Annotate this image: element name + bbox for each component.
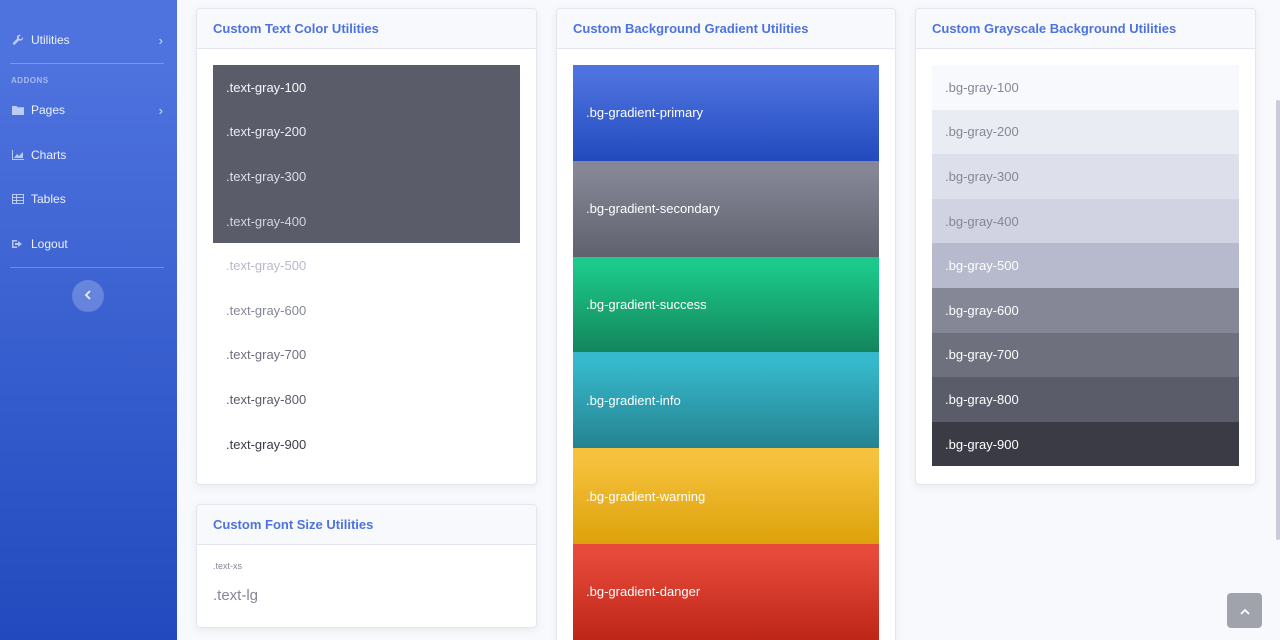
chart-area-icon (12, 149, 24, 161)
card-title: Custom Text Color Utilities (197, 9, 536, 49)
chevron-right-icon: › (158, 102, 163, 118)
card-title: Custom Background Gradient Utilities (557, 9, 895, 49)
bg-gray-200-sample: .bg-gray-200 (932, 109, 1239, 155)
sidebar-item-label: Tables (31, 192, 66, 206)
bg-gray-700-sample: .bg-gray-700 (932, 332, 1239, 378)
text-gray-700-sample: .text-gray-700 (226, 347, 307, 363)
bg-gray-300-sample: .bg-gray-300 (932, 154, 1239, 199)
sidebar: Utilities › ADDONS Pages › Charts Tables… (0, 0, 177, 640)
sidebar-item-label: Utilities (31, 33, 70, 47)
text-xs-sample: .text-xs (213, 561, 243, 571)
scroll-to-top-button[interactable] (1227, 593, 1262, 628)
text-gray-600-sample: .text-gray-600 (226, 302, 307, 318)
sidebar-heading-addons: ADDONS (11, 76, 49, 85)
sign-out-icon (12, 238, 24, 250)
text-color-card: Custom Text Color Utilities .text-gray-1… (196, 8, 537, 485)
chevron-right-icon: › (158, 32, 163, 48)
bg-gray-500-sample: .bg-gray-500 (932, 243, 1239, 288)
grayscale-card: Custom Grayscale Background Utilities .b… (915, 8, 1256, 485)
bg-gray-600-sample: .bg-gray-600 (932, 287, 1239, 333)
sidebar-divider (10, 63, 164, 64)
bg-gray-400-sample: .bg-gray-400 (932, 198, 1239, 244)
chevron-up-icon (1239, 602, 1250, 620)
sidebar-item-label: Logout (31, 237, 68, 251)
sidebar-divider (10, 267, 164, 268)
bg-gradient-warning-sample: .bg-gradient-warning (573, 448, 879, 544)
sidebar-item-utilities[interactable]: Utilities › (0, 25, 177, 55)
text-gray-300-sample: .text-gray-300 (226, 168, 307, 184)
bg-gradient-primary-sample: .bg-gradient-primary (573, 65, 879, 161)
gradient-card: Custom Background Gradient Utilities .bg… (556, 8, 896, 640)
bg-gradient-secondary-sample: .bg-gradient-secondary (573, 160, 879, 257)
font-size-card: Custom Font Size Utilities .text-xs .tex… (196, 504, 537, 628)
sidebar-top-remnant (12, 0, 58, 2)
folder-icon (12, 104, 24, 116)
text-gray-400-sample: .text-gray-400 (226, 213, 307, 229)
sidebar-item-label: Pages (31, 103, 66, 117)
page-scrollbar[interactable] (1276, 100, 1280, 540)
card-title: Custom Font Size Utilities (197, 505, 536, 545)
sidebar-item-label: Charts (31, 148, 67, 162)
bg-gray-900-sample: .bg-gray-900 (932, 421, 1239, 467)
sidebar-item-tables[interactable]: Tables (0, 184, 177, 214)
text-gray-800-sample: .text-gray-800 (226, 391, 307, 407)
sidebar-item-pages[interactable]: Pages › (0, 95, 177, 125)
bg-gradient-info-sample: .bg-gradient-info (573, 352, 879, 449)
text-gray-100-sample: .text-gray-100 (226, 79, 307, 95)
text-gray-900-sample: .text-gray-900 (226, 436, 307, 452)
wrench-icon (12, 34, 24, 46)
bg-gray-100-sample: .bg-gray-100 (932, 65, 1239, 110)
dark-bg-block: .text-gray-100 .text-gray-200 .text-gray… (213, 65, 520, 244)
bg-gradient-success-sample: .bg-gradient-success (573, 256, 879, 353)
text-gray-500-sample: .text-gray-500 (226, 258, 307, 274)
sidebar-item-charts[interactable]: Charts (0, 140, 177, 170)
text-gray-200-sample: .text-gray-200 (226, 124, 307, 140)
table-icon (12, 193, 24, 205)
sidebar-toggle-button[interactable] (72, 280, 104, 312)
card-title: Custom Grayscale Background Utilities (916, 9, 1255, 49)
bg-gray-800-sample: .bg-gray-800 (932, 377, 1239, 422)
sidebar-item-logout[interactable]: Logout (0, 229, 177, 259)
bg-gradient-danger-sample: .bg-gradient-danger (573, 543, 879, 640)
chevron-left-icon (84, 287, 92, 305)
text-lg-sample: .text-lg (213, 587, 259, 604)
